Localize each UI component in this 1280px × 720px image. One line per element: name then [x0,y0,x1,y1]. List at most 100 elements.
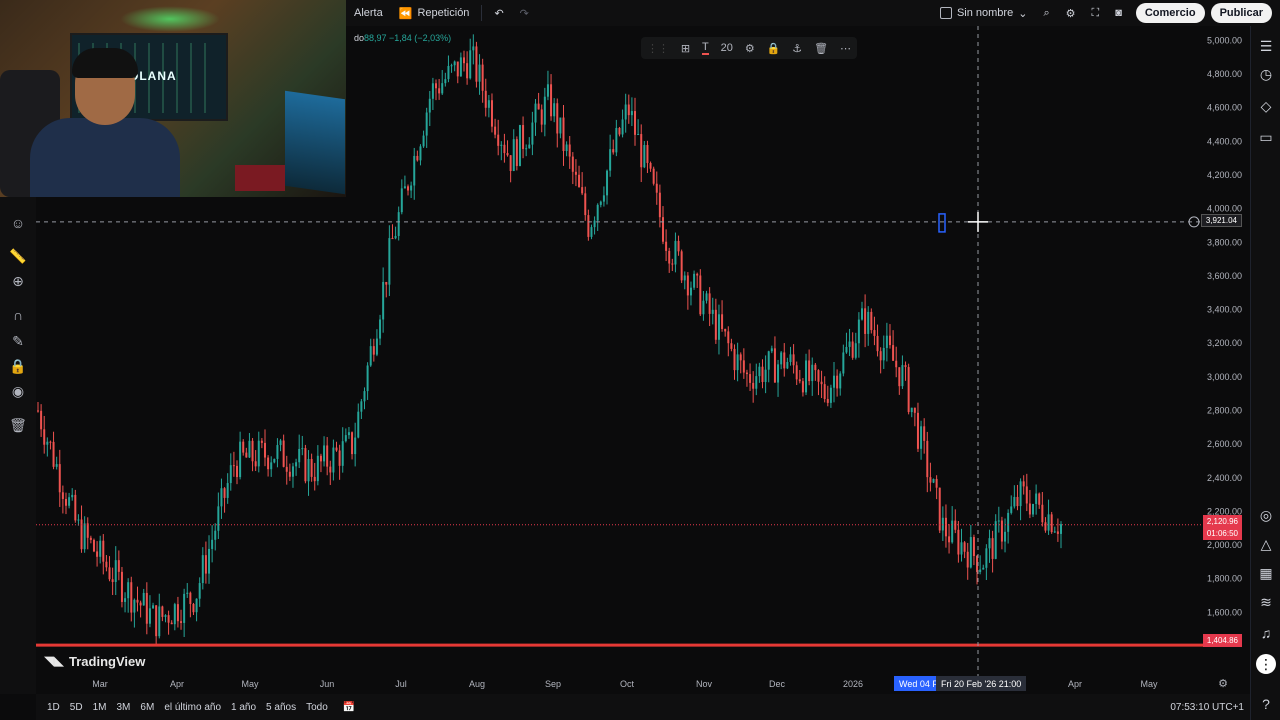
candle-body-223 [730,343,733,349]
crosshair-price: 3,921.04 [1205,216,1237,225]
settings-icon[interactable]: ⚙ [745,42,755,55]
layers-icon[interactable]: ◇ [1256,96,1276,116]
eye-icon[interactable]: ◉ [8,381,28,401]
candle-body-95 [332,447,335,473]
bell-icon[interactable]: ♫ [1256,623,1276,643]
candle-body-210 [689,287,692,296]
candle-body-38 [155,605,158,637]
undo-button[interactable]: ↶ [486,0,511,26]
watchlist-icon[interactable]: ☰ [1256,36,1276,56]
timeframe-6[interactable]: 1 año [226,702,261,713]
settings-button[interactable]: ⚙ [1058,0,1084,26]
candle-body-94 [329,466,332,473]
lock-icon[interactable]: 🔒 [767,42,781,55]
publish-button[interactable]: Publicar [1210,3,1272,23]
candle-body-39 [158,606,161,637]
help-icon[interactable]: ? [1256,694,1276,714]
layout-selector[interactable]: Sin nombre ⌄ [932,0,1035,26]
candle-body-327 [1053,531,1056,533]
drawing-toolbar: ⋮⋮ ⊞ T 20 ⚙ 🔒 ⚓ 🗑 ⋯ [641,37,857,59]
snapshot-button[interactable]: ◙ [1107,0,1130,26]
candle-body-217 [711,309,714,314]
candle-body-16 [86,523,89,538]
redo-icon: ↷ [519,7,529,20]
timeframe-8[interactable]: Todo [301,702,333,713]
candle-body-306 [988,538,991,549]
template-icon[interactable]: ⊞ [681,42,690,55]
ruler-icon[interactable]: 📏 [8,246,28,266]
triangle-icon[interactable]: △ [1256,534,1276,554]
candle-body-265 [860,308,863,320]
candle-body-310 [1000,520,1003,542]
price-chart[interactable]: 5,000.00 4,800.00 4,600.00 4,400.00 4,200.00… [36,26,1250,694]
candle-body-127 [431,83,434,99]
more-icon[interactable]: ⋯ [840,42,851,55]
alert-button[interactable]: Alerta [346,0,391,26]
candle-body-253 [823,384,826,400]
candle-body-104 [360,401,363,412]
fullscreen-button[interactable]: ⛶ [1083,0,1107,26]
rss-icon[interactable]: ≋ [1256,592,1276,612]
price-label-6: 3,800.00 [1207,237,1242,247]
timeframe-1[interactable]: 5D [65,702,88,713]
lock-icon[interactable]: 🔒 [8,356,28,376]
trash-icon[interactable]: 🗑 [8,415,28,435]
time-label-9: Dec [768,679,786,689]
emoji-icon[interactable]: ☺ [8,213,28,233]
candle-body-228 [745,372,748,375]
candle-body-158 [528,144,531,149]
time-axis[interactable]: Mar Apr May Jun Jul Aug Sep Oct Nov Dec 2026 Apr May… [36,676,1250,692]
timeframe-4[interactable]: 6M [135,702,159,713]
candle-body-151 [506,153,509,156]
candle-body-144 [484,90,487,108]
candle-body-37 [152,605,155,609]
chart-area[interactable]: 5,000.00 4,800.00 4,600.00 4,400.00 4,200.00… [36,26,1250,694]
chat-icon[interactable]: ▭ [1256,127,1276,147]
delete-icon[interactable]: 🗑 [814,42,828,55]
candle-body-266 [864,308,867,334]
anchor-icon[interactable]: ⚓ [792,42,802,55]
timeframe-0[interactable]: 1D [42,702,65,713]
time-label-4: Jul [395,679,407,689]
quick-search-button[interactable]: ⌕ [1035,0,1057,26]
text-color-icon[interactable]: T [702,41,709,55]
alerts-clock-icon[interactable]: ◷ [1256,64,1276,84]
candle-body-98 [341,441,344,466]
date-range-icon[interactable]: 📅 [343,702,355,713]
candle-body-29 [127,582,130,599]
trade-button[interactable]: Comercio [1135,3,1205,23]
timeframe-5[interactable]: el último año [159,702,226,713]
candle-body-301 [972,537,975,557]
clock[interactable]: 07:53:10 UTC+1 [1170,702,1250,713]
candle-body-135 [456,61,459,77]
timeframe-2[interactable]: 1M [88,702,112,713]
price-label-17: 1,600.00 [1207,607,1242,617]
gear-icon: ⚙ [1065,7,1076,20]
drag-handle-icon[interactable]: ⋮⋮ [647,42,669,55]
timeframe-3[interactable]: 3M [112,702,136,713]
candle-body-322 [1038,493,1041,505]
replay-button[interactable]: ⏪ Repetición [391,0,478,26]
timeframe-7[interactable]: 5 años [261,702,301,713]
candle-body-186 [615,127,618,153]
candle-body-138 [466,63,469,79]
target-icon[interactable]: ◎ [1256,505,1276,525]
candle-body-56 [211,539,214,549]
calendar-icon[interactable]: ▦ [1256,563,1276,583]
magnet-icon[interactable]: ∩ [8,305,28,325]
candle-body-90 [316,455,319,482]
candle-body-279 [904,365,907,368]
pencil-lock-icon[interactable]: ✎ [8,331,28,351]
candle-body-274 [888,335,891,346]
candle-body-263 [854,343,857,358]
candle-body-117 [400,188,403,213]
zoom-icon[interactable]: ⊕ [8,271,28,291]
candle-body-15 [83,523,86,550]
apps-grid-icon[interactable]: ⋮ [1256,654,1276,674]
candle-body-271 [879,351,882,361]
redo-button[interactable]: ↷ [512,0,537,26]
candle-body-201 [661,217,664,242]
candle-body-18 [92,539,95,552]
countdown-tag: 01:06:50 [1202,527,1242,540]
line-width-value[interactable]: 20 [721,42,733,54]
